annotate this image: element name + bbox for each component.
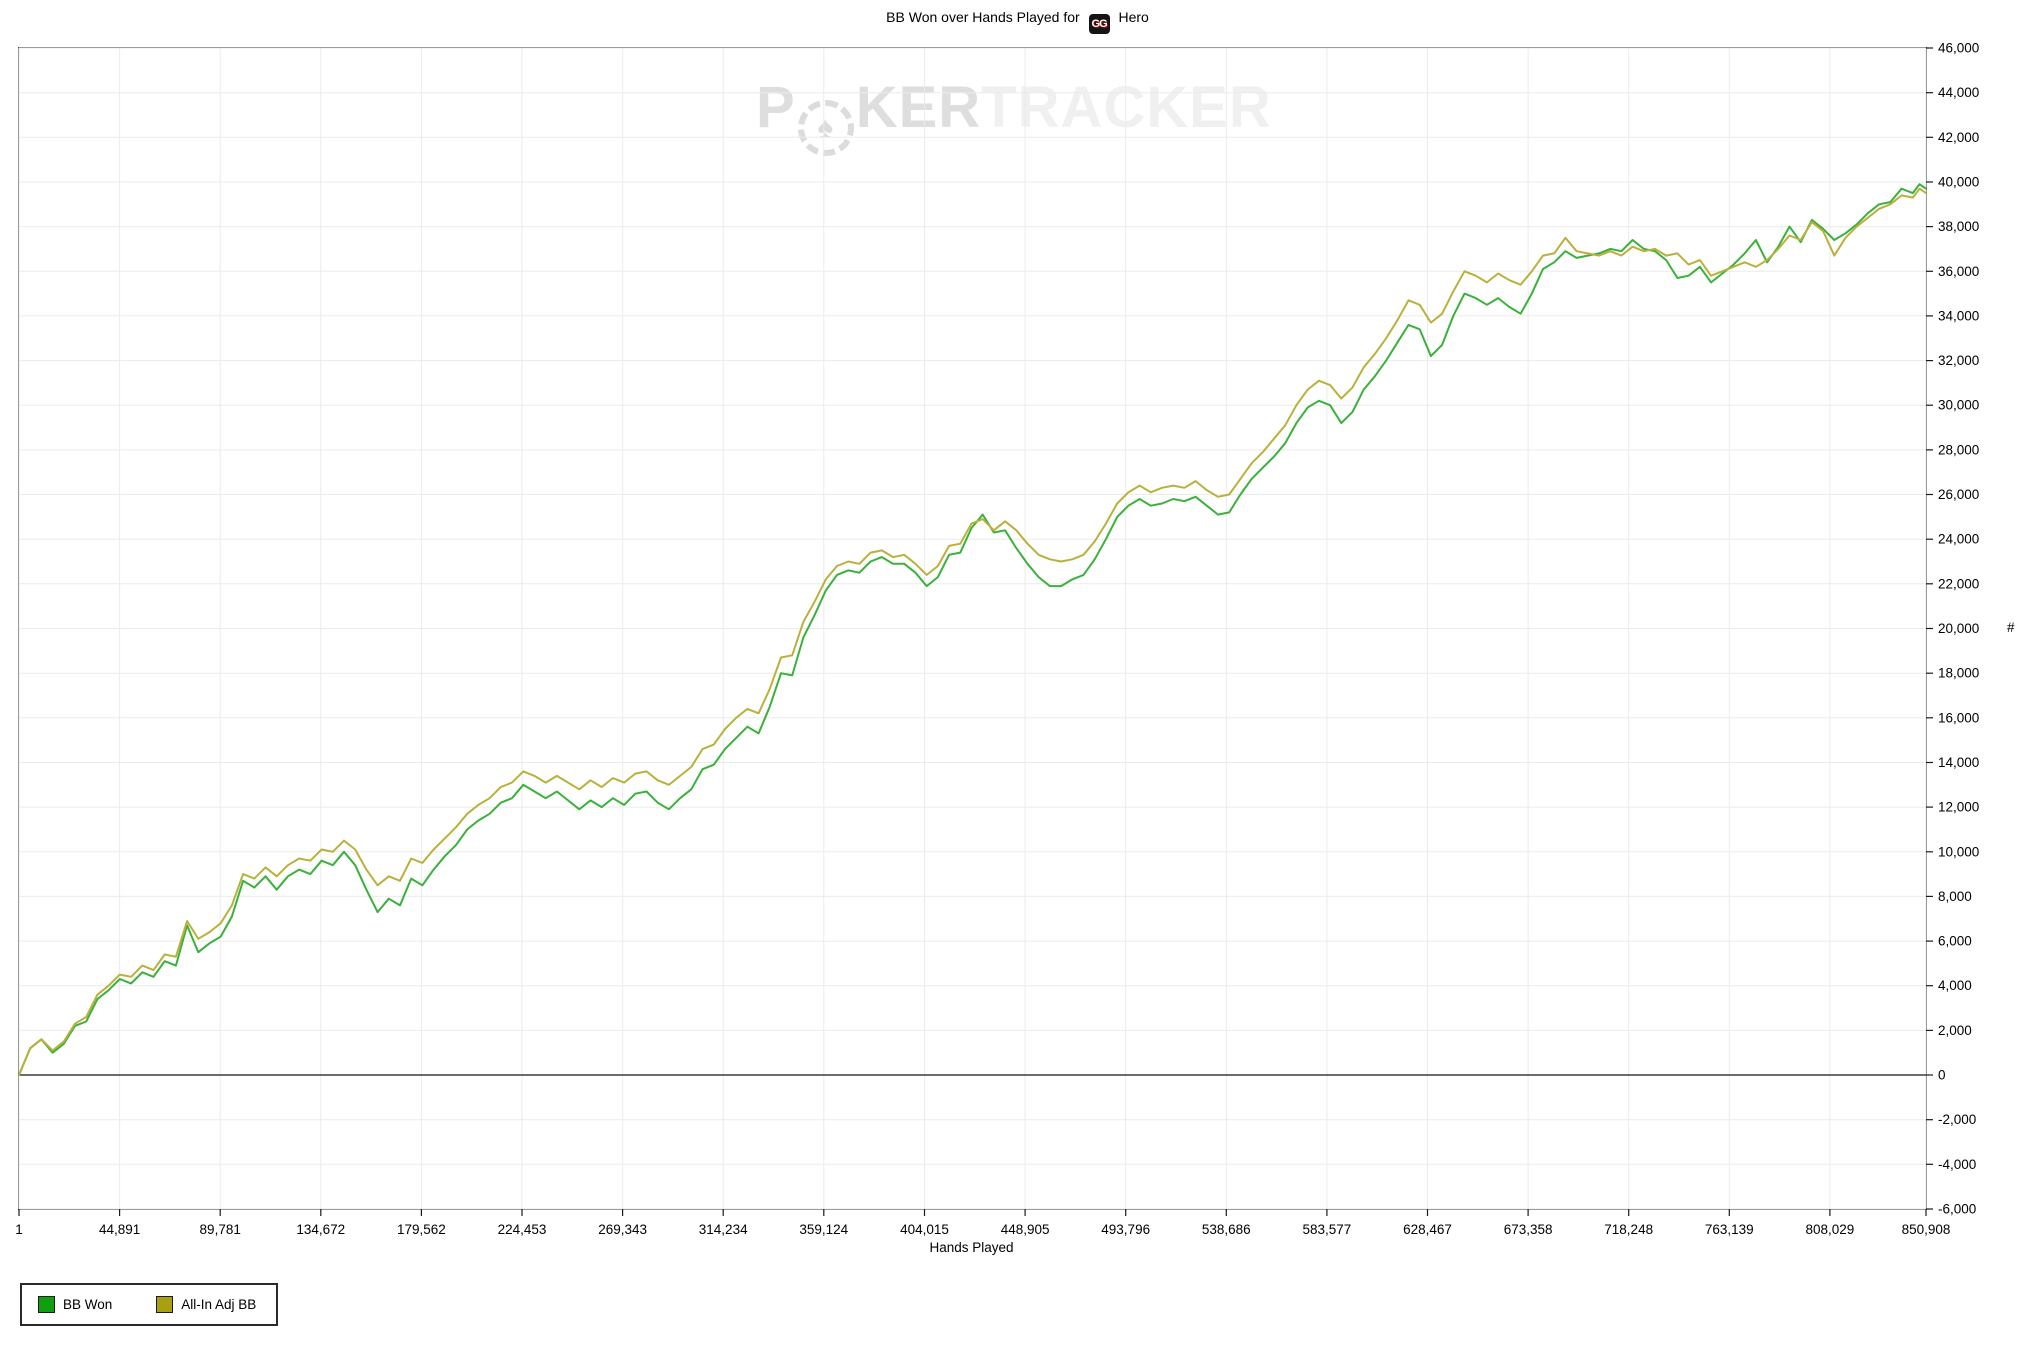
y-tick-label: 38,000 [1938, 219, 1979, 234]
x-tick-label: 314,234 [699, 1222, 748, 1237]
x-tick-label: 718,248 [1604, 1222, 1653, 1237]
x-tick-label: 493,796 [1101, 1222, 1150, 1237]
y-tick-label: 44,000 [1938, 85, 1979, 100]
y-axis-ticks: 46,000 44,000 42,000 40,000 38,000 36,000 34,0… [1926, 41, 1979, 1217]
x-tick-label: 448,905 [1001, 1222, 1050, 1237]
x-tick-label: 1 [15, 1222, 23, 1237]
y-tick-label: 24,000 [1938, 532, 1979, 547]
y-tick-label: 10,000 [1938, 844, 1979, 859]
x-tick-label: 583,577 [1302, 1222, 1351, 1237]
legend-label-bb-won: BB Won [63, 1297, 112, 1312]
y-tick-label: -4,000 [1938, 1157, 1976, 1172]
x-tick-label: 404,015 [900, 1222, 949, 1237]
chart-title-prefix: BB Won over Hands Played for [886, 9, 1080, 25]
x-tick-label: 763,139 [1705, 1222, 1754, 1237]
x-tick-label: 269,343 [598, 1222, 647, 1237]
series-line-all-in-adj-bb [19, 189, 1926, 1075]
y-tick-label: 32,000 [1938, 353, 1979, 368]
x-tick-label: 808,029 [1805, 1222, 1854, 1237]
y-tick-label: 14,000 [1938, 755, 1979, 770]
y-tick-label: 36,000 [1938, 264, 1979, 279]
legend: BB Won All-In Adj BB [20, 1283, 278, 1326]
y-tick-label: 16,000 [1938, 710, 1979, 725]
y-axis-title: # [2007, 620, 2015, 635]
x-tick-label: 538,686 [1202, 1222, 1251, 1237]
chart-canvas[interactable]: 144,89189,781134,672179,562224,453269,34… [19, 48, 1926, 1209]
y-tick-label: 30,000 [1938, 398, 1979, 413]
y-tick-label: -2,000 [1938, 1112, 1976, 1127]
y-tick-label: 34,000 [1938, 308, 1979, 323]
x-tick-label: 179,562 [397, 1222, 446, 1237]
x-tick-label: 44,891 [99, 1222, 140, 1237]
x-tick-label: 89,781 [200, 1222, 241, 1237]
plot-area[interactable]: P♠KERTRACKER 144,89189,781134,672179,562… [18, 47, 1927, 1210]
chart-title: BB Won over Hands Played for GG Hero [0, 9, 2035, 34]
gg-poker-site-icon: GG [1089, 14, 1110, 34]
y-tick-label: 18,000 [1938, 666, 1979, 681]
legend-item-bb-won: BB Won [38, 1296, 112, 1313]
y-tick-label: 40,000 [1938, 175, 1979, 190]
x-tick-label: 628,467 [1403, 1222, 1452, 1237]
y-tick-label: 12,000 [1938, 800, 1979, 815]
y-tick-label: 20,000 [1938, 621, 1979, 636]
y-tick-label: 42,000 [1938, 130, 1979, 145]
x-tick-label: 134,672 [296, 1222, 345, 1237]
y-tick-label: 8,000 [1938, 889, 1972, 904]
x-tick-label: 850,908 [1902, 1222, 1951, 1237]
legend-swatch-bb-won [38, 1296, 55, 1313]
legend-item-all-in-adj-bb: All-In Adj BB [156, 1296, 256, 1313]
y-tick-label: -6,000 [1938, 1202, 1976, 1217]
graph-window: BB Won over Hands Played for GG Hero P♠K… [0, 0, 2035, 1345]
y-tick-label: 46,000 [1938, 41, 1979, 56]
legend-label-all-in-adj-bb: All-In Adj BB [181, 1297, 256, 1312]
chart-title-player: Hero [1118, 9, 1148, 25]
x-tick-label: 359,124 [799, 1222, 848, 1237]
y-tick-label: 22,000 [1938, 576, 1979, 591]
y-tick-label: 0 [1938, 1068, 1946, 1083]
y-tick-label: 2,000 [1938, 1023, 1972, 1038]
y-tick-label: 4,000 [1938, 978, 1972, 993]
x-tick-label: 224,453 [498, 1222, 547, 1237]
y-tick-label: 28,000 [1938, 442, 1979, 457]
legend-swatch-all-in-adj-bb [156, 1296, 173, 1313]
gridlines [19, 48, 1926, 1209]
y-tick-label: 6,000 [1938, 934, 1972, 949]
x-tick-label: 673,358 [1504, 1222, 1553, 1237]
x-axis-ticks: 1 44,891 89,781 134,672 179,562 224,453 269,34… [15, 1209, 1950, 1237]
y-tick-label: 26,000 [1938, 487, 1979, 502]
x-axis-title: Hands Played [18, 1240, 1925, 1255]
